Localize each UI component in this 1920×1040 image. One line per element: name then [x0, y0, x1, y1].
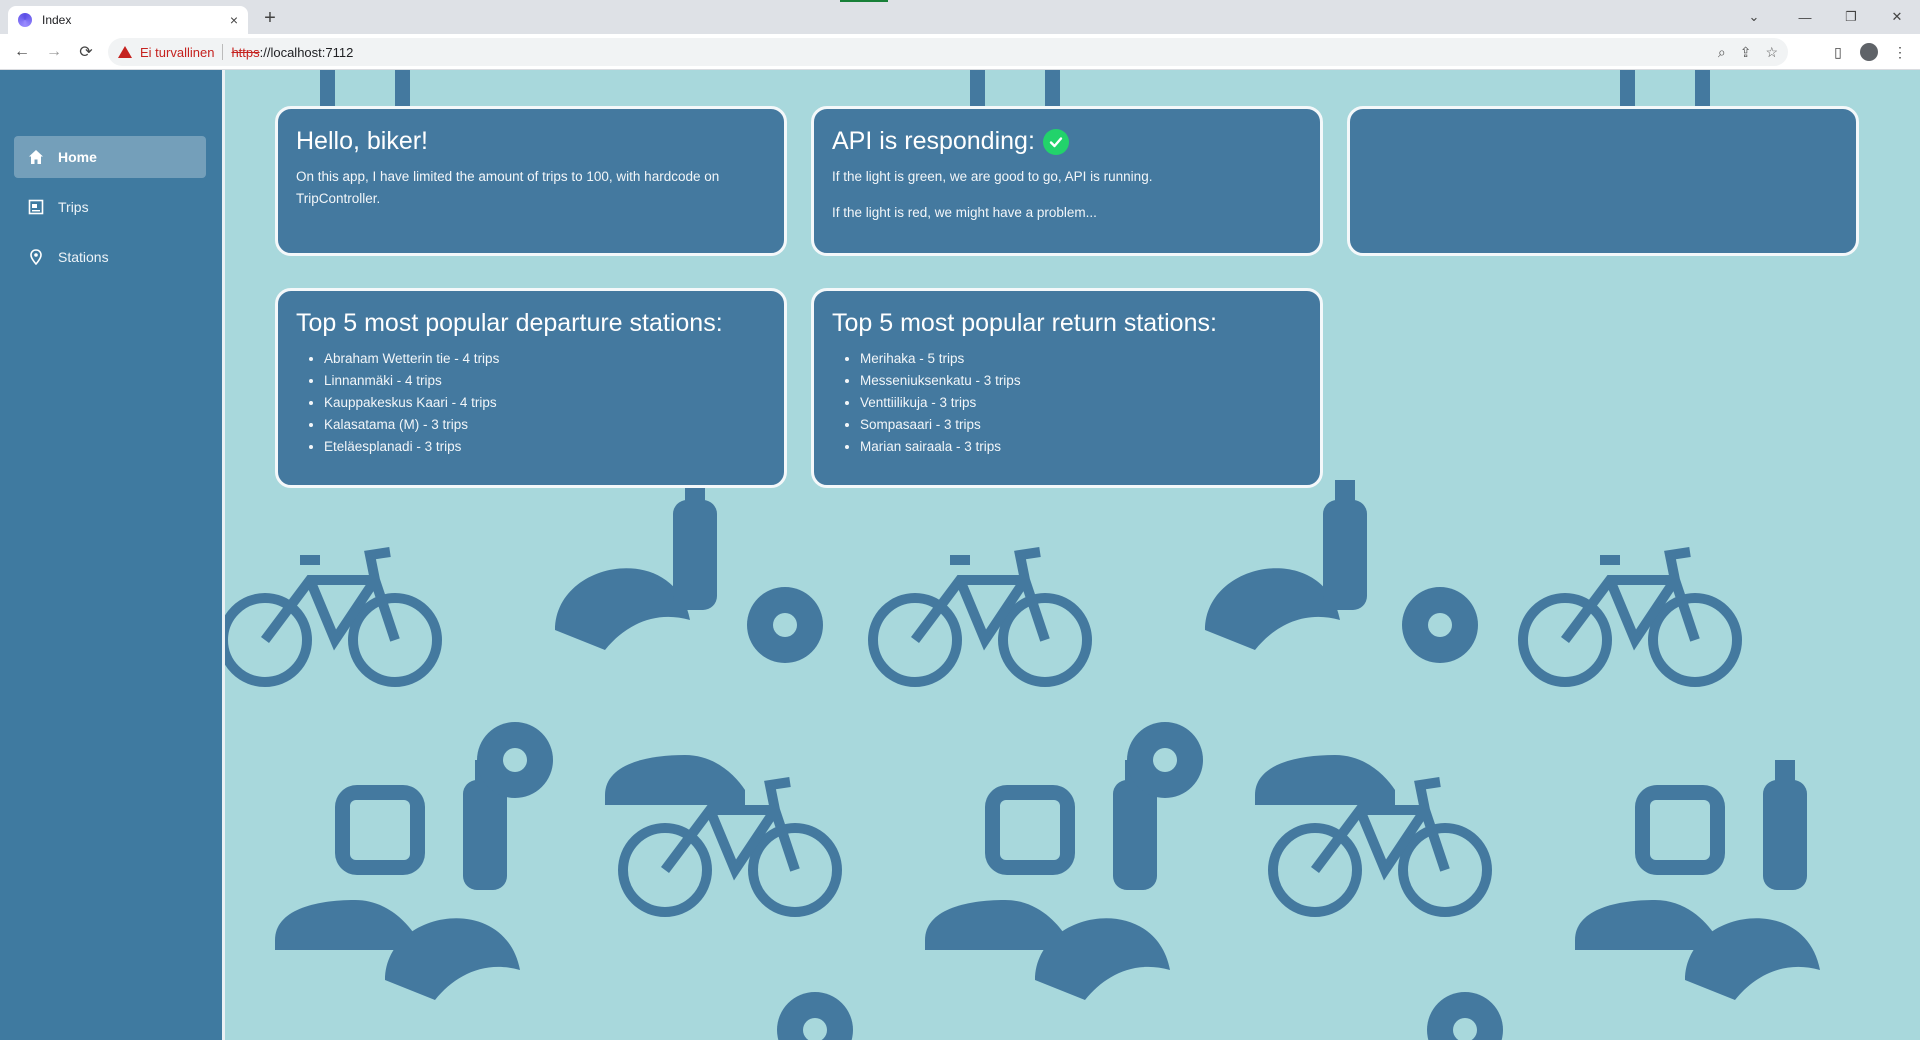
check-circle-icon: [1042, 128, 1069, 155]
empty-card: [1347, 106, 1859, 256]
profile-avatar-icon[interactable]: [1860, 43, 1878, 61]
share-icon[interactable]: ⇪: [1740, 44, 1752, 61]
toolbar-right: ▯ ⋮: [1826, 40, 1912, 64]
trips-icon: [28, 199, 44, 215]
address-separator: [222, 44, 224, 60]
return-stations-card: Top 5 most popular return stations: Meri…: [811, 288, 1323, 488]
list-item: Merihaka - 5 trips: [860, 348, 1302, 370]
list-item: Kauppakeskus Kaari - 4 trips: [324, 392, 766, 414]
sidebar-item-stations[interactable]: Stations: [14, 236, 206, 278]
sidebar-item-label: Trips: [58, 199, 89, 215]
sidebar-nav: Home Trips Stations: [14, 136, 206, 286]
api-status-title: API is responding:: [832, 127, 1035, 155]
list-item: Marian sairaala - 3 trips: [860, 436, 1302, 458]
departure-stations-title: Top 5 most popular departure stations:: [296, 309, 723, 337]
list-item: Kalasatama (M) - 3 trips: [324, 414, 766, 436]
api-status-heading: API is responding:: [832, 127, 1302, 156]
sidebar-item-label: Home: [58, 149, 97, 165]
home-icon: [28, 149, 44, 165]
browser-tab[interactable]: Index ×: [8, 6, 248, 34]
list-item: Messeniuksenkatu - 3 trips: [860, 370, 1302, 392]
zoom-icon[interactable]: ⌕: [1718, 44, 1726, 61]
tab-strip-indicator: [840, 0, 888, 2]
url-host: ://localhost:7112: [259, 44, 354, 60]
back-button[interactable]: ←: [10, 40, 34, 64]
sidebar-item-trips[interactable]: Trips: [14, 186, 206, 228]
api-status-line-2: If the light is red, we might have a pro…: [832, 205, 1097, 220]
list-item: Abraham Wetterin tie - 4 trips: [324, 348, 766, 370]
close-window-button[interactable]: ✕: [1874, 0, 1920, 34]
main-content: Hello, biker! On this app, I have limite…: [225, 70, 1920, 1040]
hello-text: On this app, I have limited the amount o…: [296, 169, 720, 206]
location-pin-icon: [28, 249, 44, 265]
list-item: Eteläesplanadi - 3 trips: [324, 436, 766, 458]
list-item: Venttiilikuja - 3 trips: [860, 392, 1302, 414]
api-status-line-1: If the light is green, we are good to go…: [832, 169, 1153, 184]
favicon-icon: [18, 13, 32, 27]
browser-toolbar: ← → ⟳ Ei turvallinen https ://localhost:…: [0, 34, 1920, 70]
hello-card: Hello, biker! On this app, I have limite…: [275, 106, 787, 256]
list-item: Sompasaari - 3 trips: [860, 414, 1302, 436]
api-status-card: API is responding: If the light is green…: [811, 106, 1323, 256]
browser-tab-strip: Index × + ⌄ — ❐ ✕: [0, 0, 1920, 34]
departure-stations-list: Abraham Wetterin tie - 4 trips Linnanmäk…: [324, 348, 766, 458]
list-item: Linnanmäki - 4 trips: [324, 370, 766, 392]
reload-button[interactable]: ⟳: [74, 40, 98, 64]
sidebar-item-home[interactable]: Home: [14, 136, 206, 178]
security-indicator[interactable]: Ei turvallinen: [118, 45, 214, 60]
address-bar[interactable]: Ei turvallinen https ://localhost:7112 ⌕…: [108, 38, 1788, 66]
security-label: Ei turvallinen: [140, 44, 215, 60]
warning-icon: [118, 46, 132, 58]
forward-button[interactable]: →: [42, 40, 66, 64]
side-panel-icon[interactable]: ▯: [1826, 40, 1850, 64]
return-stations-title: Top 5 most popular return stations:: [832, 309, 1217, 337]
address-bar-actions: ⌕ ⇪ ☆: [1718, 38, 1778, 66]
departure-stations-card: Top 5 most popular departure stations: A…: [275, 288, 787, 488]
sidebar-item-label: Stations: [58, 249, 109, 265]
tab-title: Index: [42, 13, 72, 27]
hello-title: Hello, biker!: [296, 127, 428, 155]
browser-menu-icon[interactable]: ⋮: [1888, 40, 1912, 64]
tab-search-icon[interactable]: ⌄: [1734, 0, 1774, 34]
url-scheme: https: [231, 44, 260, 60]
window-controls: ⌄ — ❐ ✕: [1734, 0, 1920, 34]
return-stations-list: Merihaka - 5 trips Messeniuksenkatu - 3 …: [860, 348, 1302, 458]
sidebar: Home Trips Stations: [0, 70, 222, 1040]
new-tab-button[interactable]: +: [258, 6, 282, 30]
bookmark-star-icon[interactable]: ☆: [1765, 44, 1778, 61]
tab-close-icon[interactable]: ×: [230, 12, 238, 28]
restore-button[interactable]: ❐: [1828, 0, 1874, 34]
minimize-button[interactable]: —: [1782, 0, 1828, 34]
